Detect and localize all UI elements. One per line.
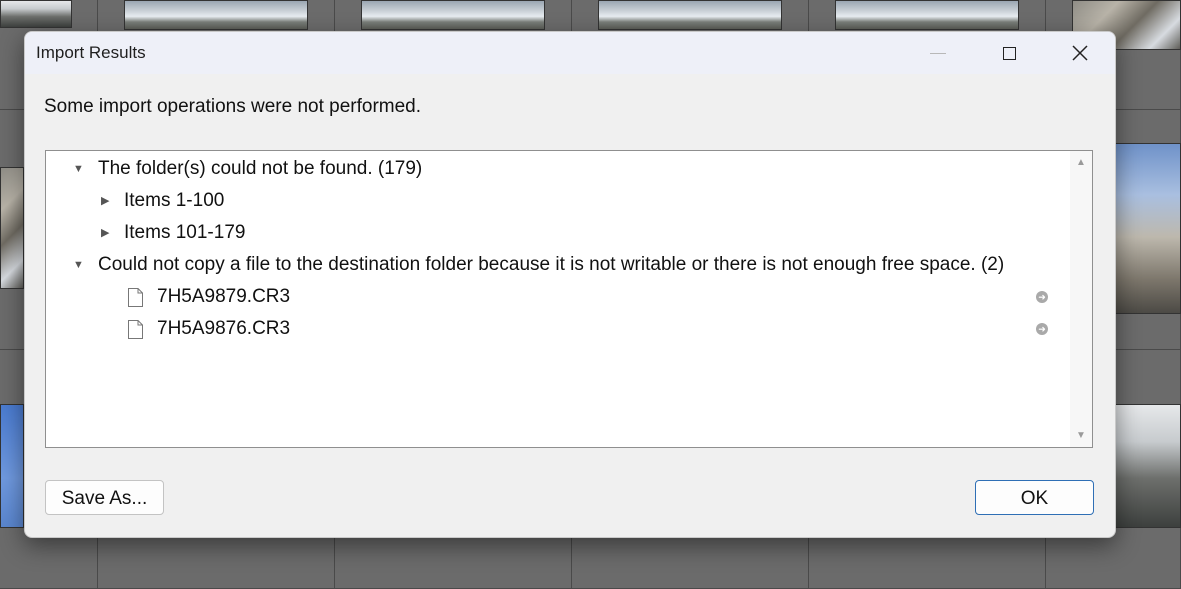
minimize-icon	[930, 52, 946, 54]
file-icon	[128, 288, 143, 307]
maximize-button[interactable]	[986, 32, 1032, 74]
triangle-right-icon[interactable]: ▶	[101, 217, 109, 249]
photo-thumbnail[interactable]	[598, 0, 782, 30]
triangle-down-icon[interactable]: ▼	[73, 249, 84, 281]
vertical-scrollbar[interactable]: ▲ ▼	[1070, 151, 1092, 447]
tree-subgroup-row[interactable]: ▶ Items 1-100	[46, 185, 1070, 217]
close-icon	[1072, 45, 1088, 61]
photo-thumbnail[interactable]	[0, 404, 24, 528]
dialog-message: Some import operations were not performe…	[44, 96, 422, 117]
tree-row-label: Items 1-100	[124, 190, 225, 211]
tree-row-label: Items 101-179	[124, 222, 246, 243]
grid-cell	[809, 530, 1046, 589]
photo-thumbnail[interactable]	[835, 0, 1019, 30]
tree-subgroup-row[interactable]: ▶ Items 101-179	[46, 217, 1070, 249]
save-as-button[interactable]: Save As...	[45, 480, 164, 515]
grid-cell	[98, 530, 335, 589]
import-results-dialog: Import Results Some import operations we…	[24, 31, 1116, 538]
file-name: 7H5A9876.CR3	[157, 318, 291, 339]
close-button[interactable]	[1057, 32, 1103, 74]
tree-group-row[interactable]: ▼ The folder(s) could not be found. (179…	[46, 153, 1070, 185]
photo-thumbnail[interactable]	[361, 0, 545, 30]
go-to-file-icon[interactable]: ➜	[1036, 323, 1048, 335]
photo-thumbnail[interactable]	[1114, 404, 1181, 528]
tree-file-row[interactable]: 7H5A9876.CR3 ➜	[46, 313, 1070, 345]
grid-cell	[335, 530, 572, 589]
tree-row-label: The folder(s) could not be found. (179)	[98, 158, 423, 179]
file-icon	[128, 320, 143, 339]
results-tree[interactable]: ▼ The folder(s) could not be found. (179…	[45, 150, 1093, 448]
photo-thumbnail[interactable]	[0, 167, 24, 289]
scroll-up-icon[interactable]: ▲	[1075, 157, 1087, 168]
dialog-title: Import Results	[36, 43, 146, 62]
maximize-icon	[1002, 46, 1016, 60]
tree-row-label: Could not copy a file to the destination…	[98, 254, 1005, 275]
photo-thumbnail[interactable]	[124, 0, 308, 30]
photo-thumbnail[interactable]	[0, 0, 72, 28]
photo-thumbnail[interactable]	[1114, 143, 1181, 314]
triangle-right-icon[interactable]: ▶	[101, 185, 109, 217]
scroll-down-icon[interactable]: ▼	[1075, 430, 1087, 441]
go-to-file-icon[interactable]: ➜	[1036, 291, 1048, 303]
file-name: 7H5A9879.CR3	[157, 286, 291, 307]
grid-cell	[572, 530, 809, 589]
ok-button[interactable]: OK	[975, 480, 1094, 515]
tree-group-row[interactable]: ▼ Could not copy a file to the destinati…	[46, 249, 1070, 281]
tree-file-row[interactable]: 7H5A9879.CR3 ➜	[46, 281, 1070, 313]
dialog-titlebar[interactable]: Import Results	[25, 32, 1115, 74]
minimize-button[interactable]	[915, 32, 961, 74]
triangle-down-icon[interactable]: ▼	[73, 153, 84, 185]
